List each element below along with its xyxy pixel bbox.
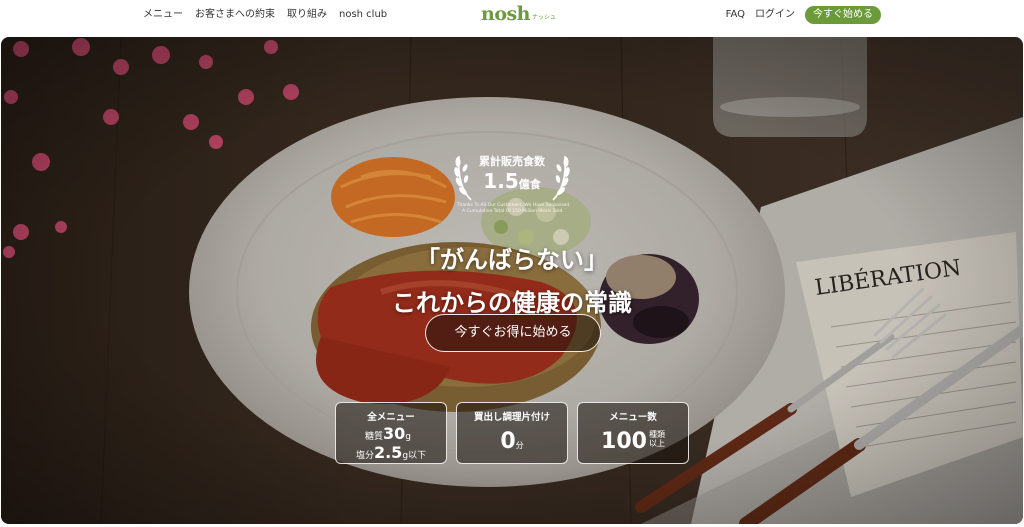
menu-count-unit-1: 種類 — [648, 430, 665, 439]
nav-nosh-club[interactable]: nosh club — [339, 8, 387, 22]
carb-label: 糖質 — [365, 432, 384, 442]
stat-body: 0分 — [457, 429, 567, 454]
start-with-discount-button[interactable]: 今すぐお得に始める — [425, 314, 601, 352]
logo-kana: ナッシュ — [532, 14, 557, 21]
stat-body: 100 種類 以上 — [578, 429, 688, 454]
stat-body: 糖質30g 塩分2.5g以下 — [336, 426, 446, 464]
site-logo[interactable]: nosh ナッシュ — [481, 3, 556, 25]
nav-menu[interactable]: メニュー — [143, 8, 183, 22]
hero-section: LIBÉRATION — [1, 37, 1023, 524]
stat-title: メニュー数 — [609, 412, 657, 423]
salt-label: 塩分 — [355, 451, 374, 461]
site-header: メニュー お客さまへの約束 取り組み nosh club nosh ナッシュ F… — [0, 0, 1024, 30]
carb-value: 30 — [383, 424, 406, 443]
stat-card-menu-count: メニュー数 100 種類 以上 — [577, 402, 689, 464]
thanks-line-2: A Cumulative Total Of 150 Million Meals … — [462, 209, 564, 214]
nav-login[interactable]: ログイン — [755, 8, 795, 22]
stat-card-no-cooking: 買出し調理片付け 0分 — [456, 402, 568, 464]
nav-initiatives[interactable]: 取り組み — [287, 8, 327, 22]
stat-title: 買出し調理片付け — [473, 412, 550, 423]
stat-card-all-menu: 全メニュー 糖質30g 塩分2.5g以下 — [335, 402, 447, 464]
secondary-nav: FAQ ログイン 今すぐ始める — [726, 6, 881, 24]
no-cooking-unit: 分 — [515, 441, 524, 450]
start-now-button[interactable]: 今すぐ始める — [805, 6, 881, 24]
nav-faq[interactable]: FAQ — [726, 8, 745, 22]
stat-title: 全メニュー — [367, 412, 415, 423]
thanks-text: Thanks To All Our Customers, We Have Sur… — [438, 203, 588, 215]
badge-number: 1.5 — [483, 169, 519, 193]
primary-nav: メニュー お客さまへの約束 取り組み nosh club — [143, 8, 387, 22]
menu-count-value: 100 — [601, 429, 647, 454]
carb-unit: g — [405, 432, 411, 442]
headline-line-1: 「がんばらない」 — [416, 246, 608, 274]
no-cooking-value: 0 — [500, 429, 516, 454]
laurel-right-icon — [552, 155, 570, 201]
menu-count-unit-2: 以上 — [648, 439, 665, 448]
salt-unit: g以下 — [402, 451, 427, 461]
salt-line: 塩分2.5g以下 — [336, 445, 446, 464]
menu-count-unit: 種類 以上 — [649, 430, 665, 448]
headline-line-2: これからの健康の常識 — [392, 289, 632, 317]
badge-unit: 億食 — [518, 178, 541, 191]
salt-value: 2.5 — [373, 443, 403, 462]
nav-promise[interactable]: お客さまへの約束 — [195, 8, 275, 22]
logo-word: nosh — [481, 3, 531, 25]
